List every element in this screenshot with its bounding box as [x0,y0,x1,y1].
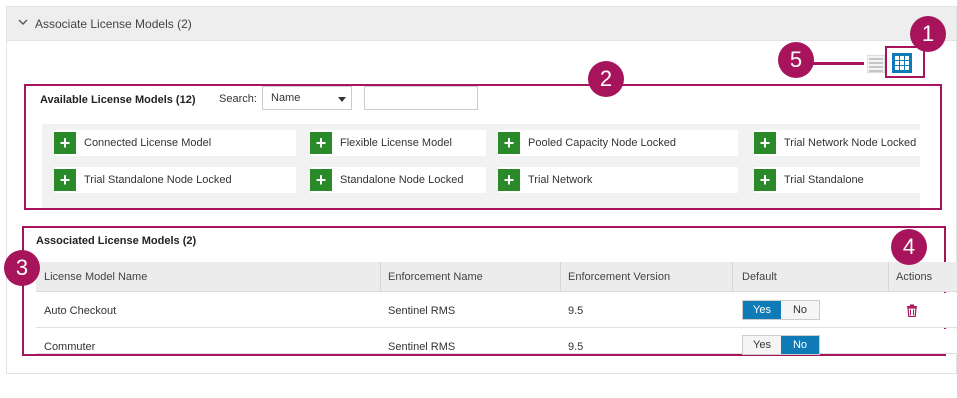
tile-label: Flexible License Model [340,137,452,149]
table-row: Auto Checkout Sentinel RMS 9.5 Yes No [36,293,957,328]
list-view-icon[interactable] [867,55,885,73]
associated-section-title: Associated License Models (2) [36,235,197,247]
default-no-button[interactable]: No [781,336,819,354]
cell-enforcement-version: 9.5 [568,341,584,353]
default-yes-button[interactable]: Yes [743,301,781,319]
caret-down-icon [338,97,346,102]
tile-pooled-capacity-node-locked[interactable]: + Pooled Capacity Node Locked [498,130,738,156]
tile-label: Trial Network [528,174,593,186]
search-field-select[interactable]: Name [262,86,352,110]
search-input[interactable] [364,86,478,110]
default-toggle: Yes No [742,300,820,320]
callout-badge-1: 1 [910,16,946,52]
column-header-actions: Actions [896,271,933,283]
tile-label: Standalone Node Locked [340,174,464,186]
panel-header[interactable]: Associate License Models (2) [7,7,956,41]
plus-icon[interactable]: + [754,132,776,154]
column-divider [888,262,889,292]
search-select-value: Name [271,92,301,104]
tile-trial-network-node-locked[interactable]: + Trial Network Node Locked [754,130,920,156]
callout-connector [812,62,864,65]
default-toggle: Yes No [742,335,820,355]
tile-standalone-node-locked[interactable]: + Standalone Node Locked [310,167,486,193]
tile-label: Trial Network Node Locked [784,137,917,149]
tile-flexible-license-model[interactable]: + Flexible License Model [310,130,486,156]
associated-license-models-section: Associated License Models (2) License Mo… [22,226,957,356]
callout-badge-3: 3 [4,250,40,286]
tile-connected-license-model[interactable]: + Connected License Model [54,130,296,156]
plus-icon[interactable]: + [310,169,332,191]
tile-label: Trial Standalone Node Locked [84,174,232,186]
license-model-tiles: + Connected License Model + Flexible Lic… [42,124,920,208]
default-yes-button[interactable]: Yes [743,336,781,354]
cell-license-model-name: Auto Checkout [44,305,117,317]
callout-frame-view-toggle [885,46,925,78]
column-header-enforcement-name[interactable]: Enforcement Name [388,271,483,283]
plus-icon[interactable]: + [498,132,520,154]
plus-icon[interactable]: + [54,169,76,191]
tile-trial-standalone-node-locked[interactable]: + Trial Standalone Node Locked [54,167,296,193]
chevron-down-icon[interactable] [17,16,29,28]
column-divider [380,262,381,292]
cell-enforcement-version: 9.5 [568,305,584,317]
tile-label: Pooled Capacity Node Locked [528,137,676,149]
callout-badge-5: 5 [778,42,814,78]
available-section-title: Available License Models (12) [40,94,196,106]
column-divider [732,262,733,292]
column-header-enforcement-version[interactable]: Enforcement Version [568,271,670,283]
table-header: License Model Name Enforcement Name Enfo… [36,262,957,292]
cell-enforcement-name: Sentinel RMS [388,341,456,353]
plus-icon[interactable]: + [498,169,520,191]
plus-icon[interactable]: + [310,132,332,154]
table-row: Commuter Sentinel RMS 9.5 Yes No [36,329,957,355]
tile-label: Connected License Model [84,137,212,149]
cell-license-model-name: Commuter [44,341,96,353]
callout-badge-4: 4 [891,229,927,265]
tile-label: Trial Standalone [784,174,864,186]
panel-title: Associate License Models (2) [35,17,192,31]
tile-trial-standalone[interactable]: + Trial Standalone [754,167,920,193]
search-label: Search: [219,93,257,105]
tile-trial-network[interactable]: + Trial Network [498,167,738,193]
column-header-license-model-name[interactable]: License Model Name [44,271,147,283]
column-header-default[interactable]: Default [742,271,777,283]
default-no-button[interactable]: No [781,301,819,319]
plus-icon[interactable]: + [54,132,76,154]
plus-icon[interactable]: + [754,169,776,191]
available-license-models-section: Available License Models (12) Search: Na… [24,84,942,210]
trash-icon[interactable] [906,304,918,317]
column-divider [560,262,561,292]
callout-badge-2: 2 [588,61,624,97]
cell-enforcement-name: Sentinel RMS [388,305,456,317]
